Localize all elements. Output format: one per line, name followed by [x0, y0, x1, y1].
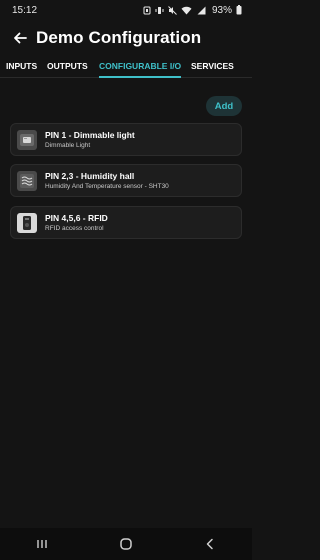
add-button[interactable]: Add — [206, 96, 242, 116]
pin-subtitle: Dimmable Light — [45, 142, 91, 149]
status-time: 15:12 — [12, 4, 38, 16]
system-nav-bar — [0, 528, 252, 560]
pin-subtitle: RFID access control — [45, 225, 104, 232]
tab-configurable-io[interactable]: CONFIGURABLE I/O — [99, 56, 182, 78]
back-button[interactable] — [10, 28, 30, 48]
home-icon — [120, 538, 132, 550]
rfid-reader-icon — [17, 212, 37, 233]
recent-apps-icon — [37, 540, 47, 548]
page-title: Demo Configuration — [36, 28, 202, 47]
humidity-icon — [17, 170, 37, 191]
tab-bar: INPUTS OUTPUTS CONFIGURABLE I/O SERVICES — [0, 56, 252, 78]
wifi-icon — [181, 6, 192, 14]
dimmer-icon — [17, 129, 37, 150]
status-bar: 15:12 93% — [0, 0, 252, 20]
pin-title: PIN 1 - Dimmable light — [45, 130, 135, 140]
system-back-button[interactable] — [195, 534, 225, 554]
pin-title: PIN 2,3 - Humidity hall — [45, 171, 135, 181]
tab-services[interactable]: SERVICES — [191, 56, 234, 77]
arrow-left-icon — [14, 32, 27, 44]
vibrate-icon — [155, 6, 164, 14]
pin-card-rfid[interactable]: PIN 4,5,6 - RFID RFID access control — [10, 206, 242, 239]
recent-apps-button[interactable] — [27, 534, 57, 554]
app-bar: Demo Configuration — [0, 24, 252, 52]
chevron-left-icon — [206, 538, 213, 550]
mute-icon — [168, 5, 177, 15]
home-button[interactable] — [111, 534, 141, 554]
battery-icon — [236, 5, 242, 15]
tab-inputs[interactable]: INPUTS — [6, 56, 37, 77]
battery-percent: 93% — [211, 4, 232, 16]
pin-card-dimmable-light[interactable]: PIN 1 - Dimmable light Dimmable Light — [10, 123, 242, 156]
status-icons: 93% — [143, 5, 242, 16]
pin-subtitle: Humidity And Temperature sensor - SHT30 — [45, 183, 169, 190]
pin-card-humidity-hall[interactable]: PIN 2,3 - Humidity hall Humidity And Tem… — [10, 164, 242, 197]
pin-title: PIN 4,5,6 - RFID — [45, 213, 108, 223]
tab-outputs[interactable]: OUTPUTS — [47, 56, 88, 77]
signal-icon — [197, 6, 206, 14]
notification-icon — [143, 6, 151, 14]
